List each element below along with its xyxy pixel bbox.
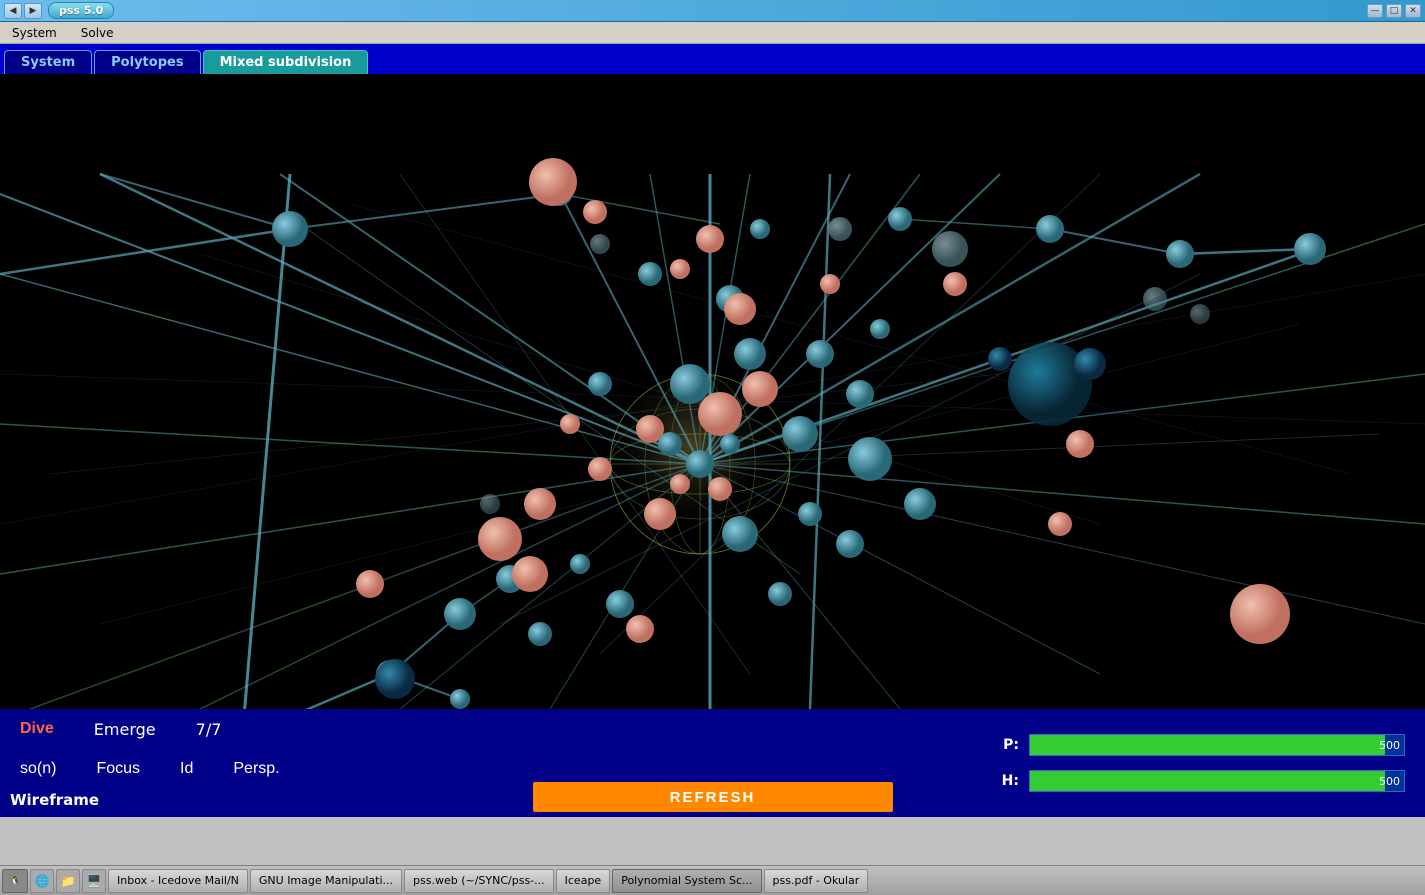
minimize-button[interactable]: —	[1367, 4, 1383, 18]
progress-row-p: P: 500	[995, 734, 1405, 756]
son-button[interactable]: so(n)	[20, 760, 56, 778]
emerge-label: Emerge	[94, 720, 156, 739]
nav-back-button[interactable]: ◀	[4, 3, 22, 19]
menubar: System Solve	[0, 22, 1425, 44]
close-button[interactable]: ✕	[1405, 4, 1421, 18]
progress-p-value: 500	[1379, 735, 1400, 757]
taskbar-app-iceape[interactable]: Iceape	[556, 869, 611, 893]
progress-area: P: 500 H: 500	[975, 709, 1425, 817]
maximize-button[interactable]: □	[1386, 4, 1402, 18]
progress-h-value: 500	[1379, 771, 1400, 793]
taskbar-app-gimp[interactable]: GNU Image Manipulati...	[250, 869, 402, 893]
taskbar-icon-3[interactable]: 🖥️	[82, 869, 106, 893]
viewport[interactable]	[0, 74, 1425, 709]
tab-system[interactable]: System	[4, 50, 92, 74]
menu-system[interactable]: System	[4, 24, 65, 42]
persp-button[interactable]: Persp.	[233, 760, 279, 778]
taskbar-start-area: 🐧	[2, 869, 28, 893]
visualization	[0, 74, 1425, 709]
progress-p-fill	[1030, 735, 1385, 755]
tabbar: System Polytopes Mixed subdivision	[0, 44, 1425, 74]
tab-polytopes[interactable]: Polytopes	[94, 50, 200, 74]
progress-h-track: 500	[1029, 770, 1405, 792]
id-button[interactable]: Id	[180, 760, 193, 778]
titlebar-nav-buttons: ◀ ▶	[4, 3, 42, 19]
titlebar-left: ◀ ▶ pss 5.0	[4, 2, 114, 19]
nav-forward-button[interactable]: ▶	[24, 3, 42, 19]
menu-solve[interactable]: Solve	[73, 24, 122, 42]
titlebar: ◀ ▶ pss 5.0 — □ ✕	[0, 0, 1425, 22]
focus-button[interactable]: Focus	[96, 760, 140, 778]
taskbar-app-polynomial[interactable]: Polynomial System Sc...	[612, 869, 761, 893]
progress-h-label: H:	[995, 773, 1019, 789]
refresh-button[interactable]: REFRESH	[533, 782, 893, 812]
controls-row-1: Dive Emerge 7/7 P: 500 H: 500	[0, 709, 1425, 749]
dive-button[interactable]: Dive	[20, 720, 54, 738]
controls-panel: Dive Emerge 7/7 P: 500 H: 500 so(n)	[0, 709, 1425, 817]
progress-p-label: P:	[995, 737, 1019, 753]
titlebar-buttons: — □ ✕	[1367, 4, 1421, 18]
taskbar-icon-2[interactable]: 📁	[56, 869, 80, 893]
taskbar: 🐧 🌐 📁 🖥️ Inbox - Icedove Mail/N GNU Imag…	[0, 865, 1425, 895]
progress-row-h: H: 500	[995, 770, 1405, 792]
wireframe-label: Wireframe	[10, 791, 99, 809]
progress-p-track: 500	[1029, 734, 1405, 756]
tab-mixed-subdivision[interactable]: Mixed subdivision	[203, 50, 369, 74]
progress-h-fill	[1030, 771, 1385, 791]
taskbar-app-psspdf[interactable]: pss.pdf - Okular	[764, 869, 869, 893]
app-title-badge: pss 5.0	[48, 2, 114, 19]
taskbar-icon-1[interactable]: 🌐	[30, 869, 54, 893]
taskbar-app-inbox[interactable]: Inbox - Icedove Mail/N	[108, 869, 248, 893]
taskbar-app-pssweb[interactable]: pss.web (~/SYNC/pss-...	[404, 869, 554, 893]
status-indicator: 7/7	[196, 720, 222, 739]
